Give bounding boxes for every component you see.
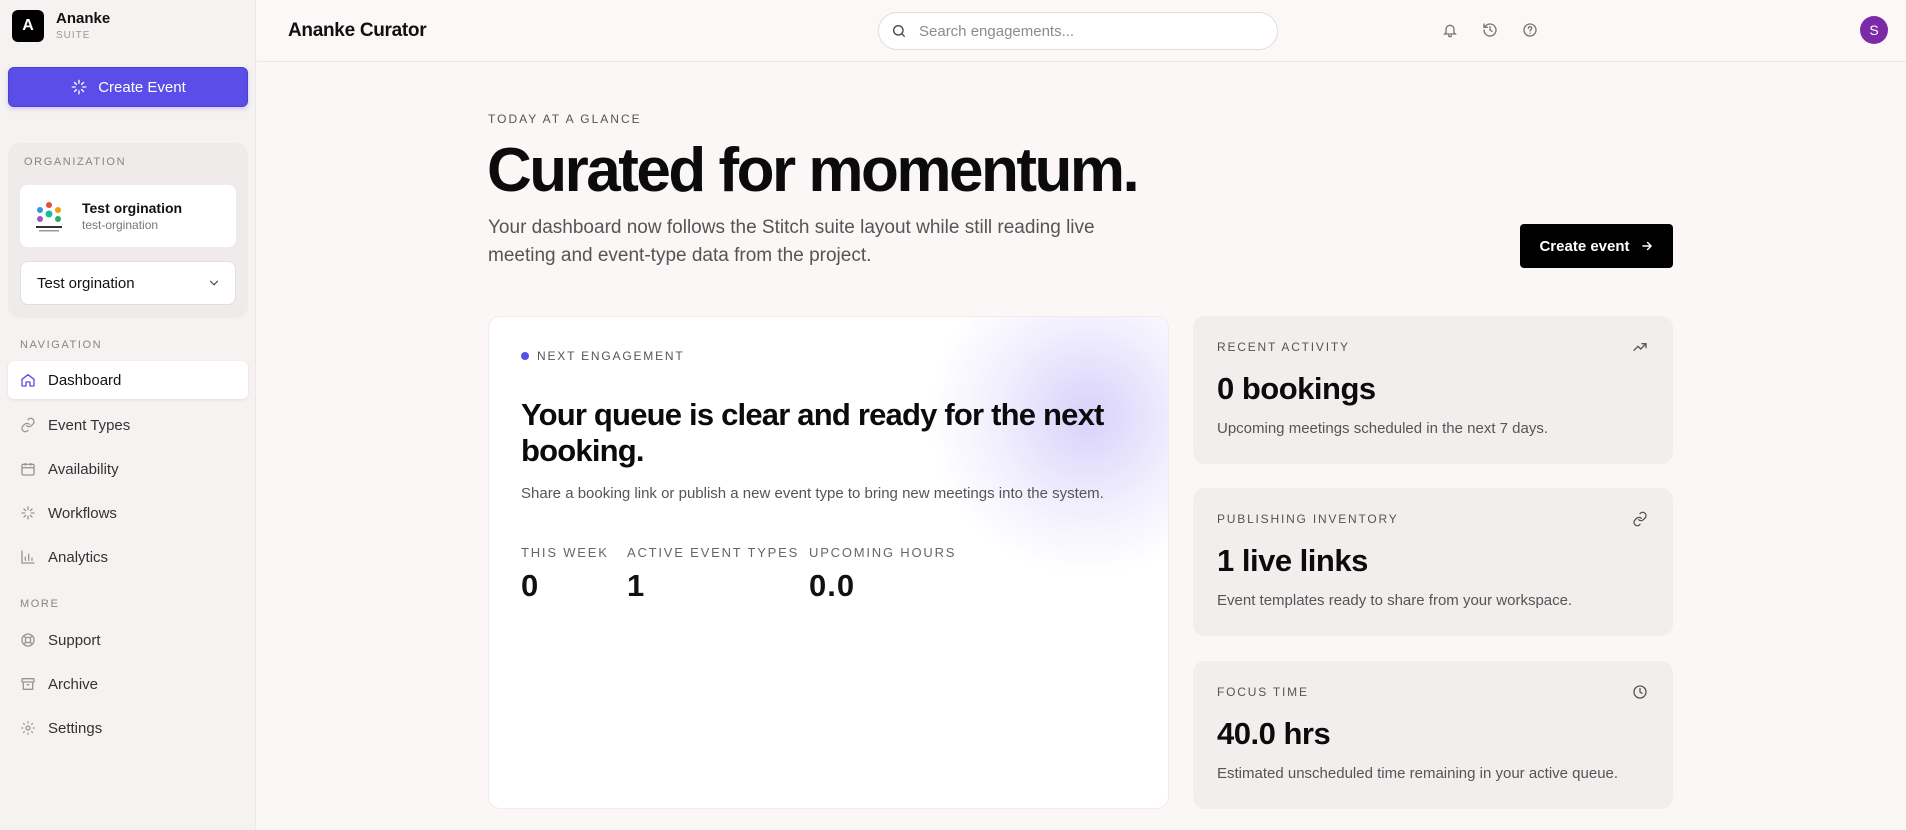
stat-value: 0.0 bbox=[809, 568, 856, 603]
card-label: PUBLISHING INVENTORY bbox=[1217, 512, 1399, 526]
organization-select-value: Test orgination bbox=[37, 274, 135, 292]
stat-value: 1 bbox=[627, 568, 646, 603]
bell-icon[interactable] bbox=[1441, 21, 1459, 39]
organization-card[interactable]: Test orgination test-orgination bbox=[20, 185, 236, 247]
clock-icon bbox=[1631, 683, 1649, 701]
card-value: 40.0 hrs bbox=[1217, 716, 1331, 751]
card-label: FOCUS TIME bbox=[1217, 685, 1309, 699]
sidebar-item-settings[interactable]: Settings bbox=[8, 709, 248, 747]
search-input[interactable] bbox=[919, 22, 1249, 40]
arrow-right-icon bbox=[1641, 241, 1652, 251]
history-icon[interactable] bbox=[1481, 21, 1499, 39]
sidebar-item-analytics[interactable]: Analytics bbox=[8, 538, 248, 576]
sparkle-icon bbox=[71, 79, 87, 95]
search-icon bbox=[893, 25, 905, 37]
sidebar-item-label: Support bbox=[48, 631, 101, 649]
navigation-label: NAVIGATION bbox=[20, 339, 103, 351]
create-event-button[interactable]: Create Event bbox=[8, 67, 248, 107]
focus-time-card: FOCUS TIME 40.0 hrs Estimated unschedule… bbox=[1193, 661, 1673, 809]
organization-name: Test orgination bbox=[82, 200, 183, 216]
topbar: Ananke Curator S bbox=[257, 0, 1906, 62]
sidebar: A Ananke SUITE Create Event ORGANIZATION bbox=[0, 0, 256, 830]
avatar[interactable]: S bbox=[1860, 16, 1888, 44]
sidebar-item-label: Workflows bbox=[48, 504, 117, 522]
next-engagement-label-text: NEXT ENGAGEMENT bbox=[537, 349, 685, 363]
card-description: Estimated unscheduled time remaining in … bbox=[1217, 765, 1619, 782]
brand-logo: A bbox=[12, 10, 44, 42]
home-icon bbox=[20, 372, 36, 388]
bar-chart-icon bbox=[20, 549, 36, 565]
sidebar-item-dashboard[interactable]: Dashboard bbox=[8, 361, 248, 399]
sidebar-item-label: Settings bbox=[48, 719, 103, 737]
brand-name: Ananke bbox=[56, 10, 111, 28]
sidebar-item-archive[interactable]: Archive bbox=[8, 665, 248, 703]
more-label: MORE bbox=[20, 598, 60, 610]
sidebar-item-label: Dashboard bbox=[48, 371, 122, 389]
status-dot bbox=[521, 352, 529, 360]
help-icon[interactable] bbox=[1521, 21, 1539, 39]
stat-label: UPCOMING HOURS bbox=[809, 545, 957, 560]
sidebar-item-label: Archive bbox=[48, 675, 99, 693]
brand-subtitle: SUITE bbox=[56, 29, 91, 41]
sidebar-item-label: Event Types bbox=[48, 416, 131, 434]
sidebar-item-label: Availability bbox=[48, 460, 119, 478]
brand[interactable]: A Ananke SUITE bbox=[12, 10, 110, 42]
link-icon bbox=[20, 417, 36, 433]
card-description: Event templates ready to share from your… bbox=[1217, 592, 1573, 609]
next-engagement-label: NEXT ENGAGEMENT bbox=[521, 349, 684, 363]
gear-icon bbox=[20, 720, 36, 736]
organization-label: ORGANIZATION bbox=[24, 156, 127, 168]
organization-logo bbox=[36, 202, 62, 232]
page-description: Your dashboard now follows the Stitch su… bbox=[488, 217, 1095, 266]
create-event-label: Create Event bbox=[98, 78, 186, 96]
trending-up-icon bbox=[1631, 338, 1649, 356]
create-event-cta-label: Create event bbox=[1539, 237, 1630, 255]
stat-active-event-types: ACTIVE EVENT TYPES 1 bbox=[627, 545, 799, 604]
organization-select[interactable]: Test orgination bbox=[20, 261, 236, 305]
sidebar-item-event-types[interactable]: Event Types bbox=[8, 406, 248, 444]
stat-upcoming-hours: UPCOMING HOURS 0.0 bbox=[809, 545, 956, 604]
archive-icon bbox=[20, 676, 36, 692]
organization-panel: ORGANIZATION Test orgination test-orgina… bbox=[8, 143, 248, 318]
publishing-inventory-card: PUBLISHING INVENTORY 1 live links Event … bbox=[1193, 488, 1673, 636]
card-value: 0 bookings bbox=[1217, 371, 1376, 406]
chevron-down-icon bbox=[209, 280, 219, 286]
app-title: Ananke Curator bbox=[288, 20, 427, 41]
card-value: 1 live links bbox=[1217, 543, 1368, 578]
create-event-cta[interactable]: Create event bbox=[1520, 224, 1673, 268]
sidebar-item-label: Analytics bbox=[48, 548, 109, 566]
eyebrow: TODAY AT A GLANCE bbox=[488, 112, 642, 126]
sidebar-item-workflows[interactable]: Workflows bbox=[8, 494, 248, 532]
sparkle-icon bbox=[20, 505, 36, 521]
search-box[interactable] bbox=[878, 12, 1278, 50]
recent-activity-card: RECENT ACTIVITY 0 bookings Upcoming meet… bbox=[1193, 316, 1673, 464]
sidebar-item-availability[interactable]: Availability bbox=[8, 450, 248, 488]
stat-this-week: THIS WEEK 0 bbox=[521, 545, 609, 604]
next-engagement-description: Share a booking link or publish a new ev… bbox=[521, 485, 1104, 502]
stat-label: ACTIVE EVENT TYPES bbox=[627, 545, 800, 560]
link-icon bbox=[1631, 510, 1649, 528]
next-engagement-title: Your queue is clear and ready for the ne… bbox=[521, 397, 1104, 468]
calendar-icon bbox=[20, 461, 36, 477]
stat-label: THIS WEEK bbox=[521, 545, 609, 560]
sidebar-item-support[interactable]: Support bbox=[8, 621, 248, 659]
next-engagement-card: NEXT ENGAGEMENT Your queue is clear and … bbox=[488, 316, 1169, 809]
lifebuoy-icon bbox=[20, 632, 36, 648]
page-title: Curated for momentum. bbox=[487, 136, 1140, 205]
card-label: RECENT ACTIVITY bbox=[1217, 340, 1350, 354]
stat-value: 0 bbox=[521, 568, 540, 603]
organization-slug: test-orgination bbox=[82, 218, 159, 232]
card-description: Upcoming meetings scheduled in the next … bbox=[1217, 420, 1549, 437]
